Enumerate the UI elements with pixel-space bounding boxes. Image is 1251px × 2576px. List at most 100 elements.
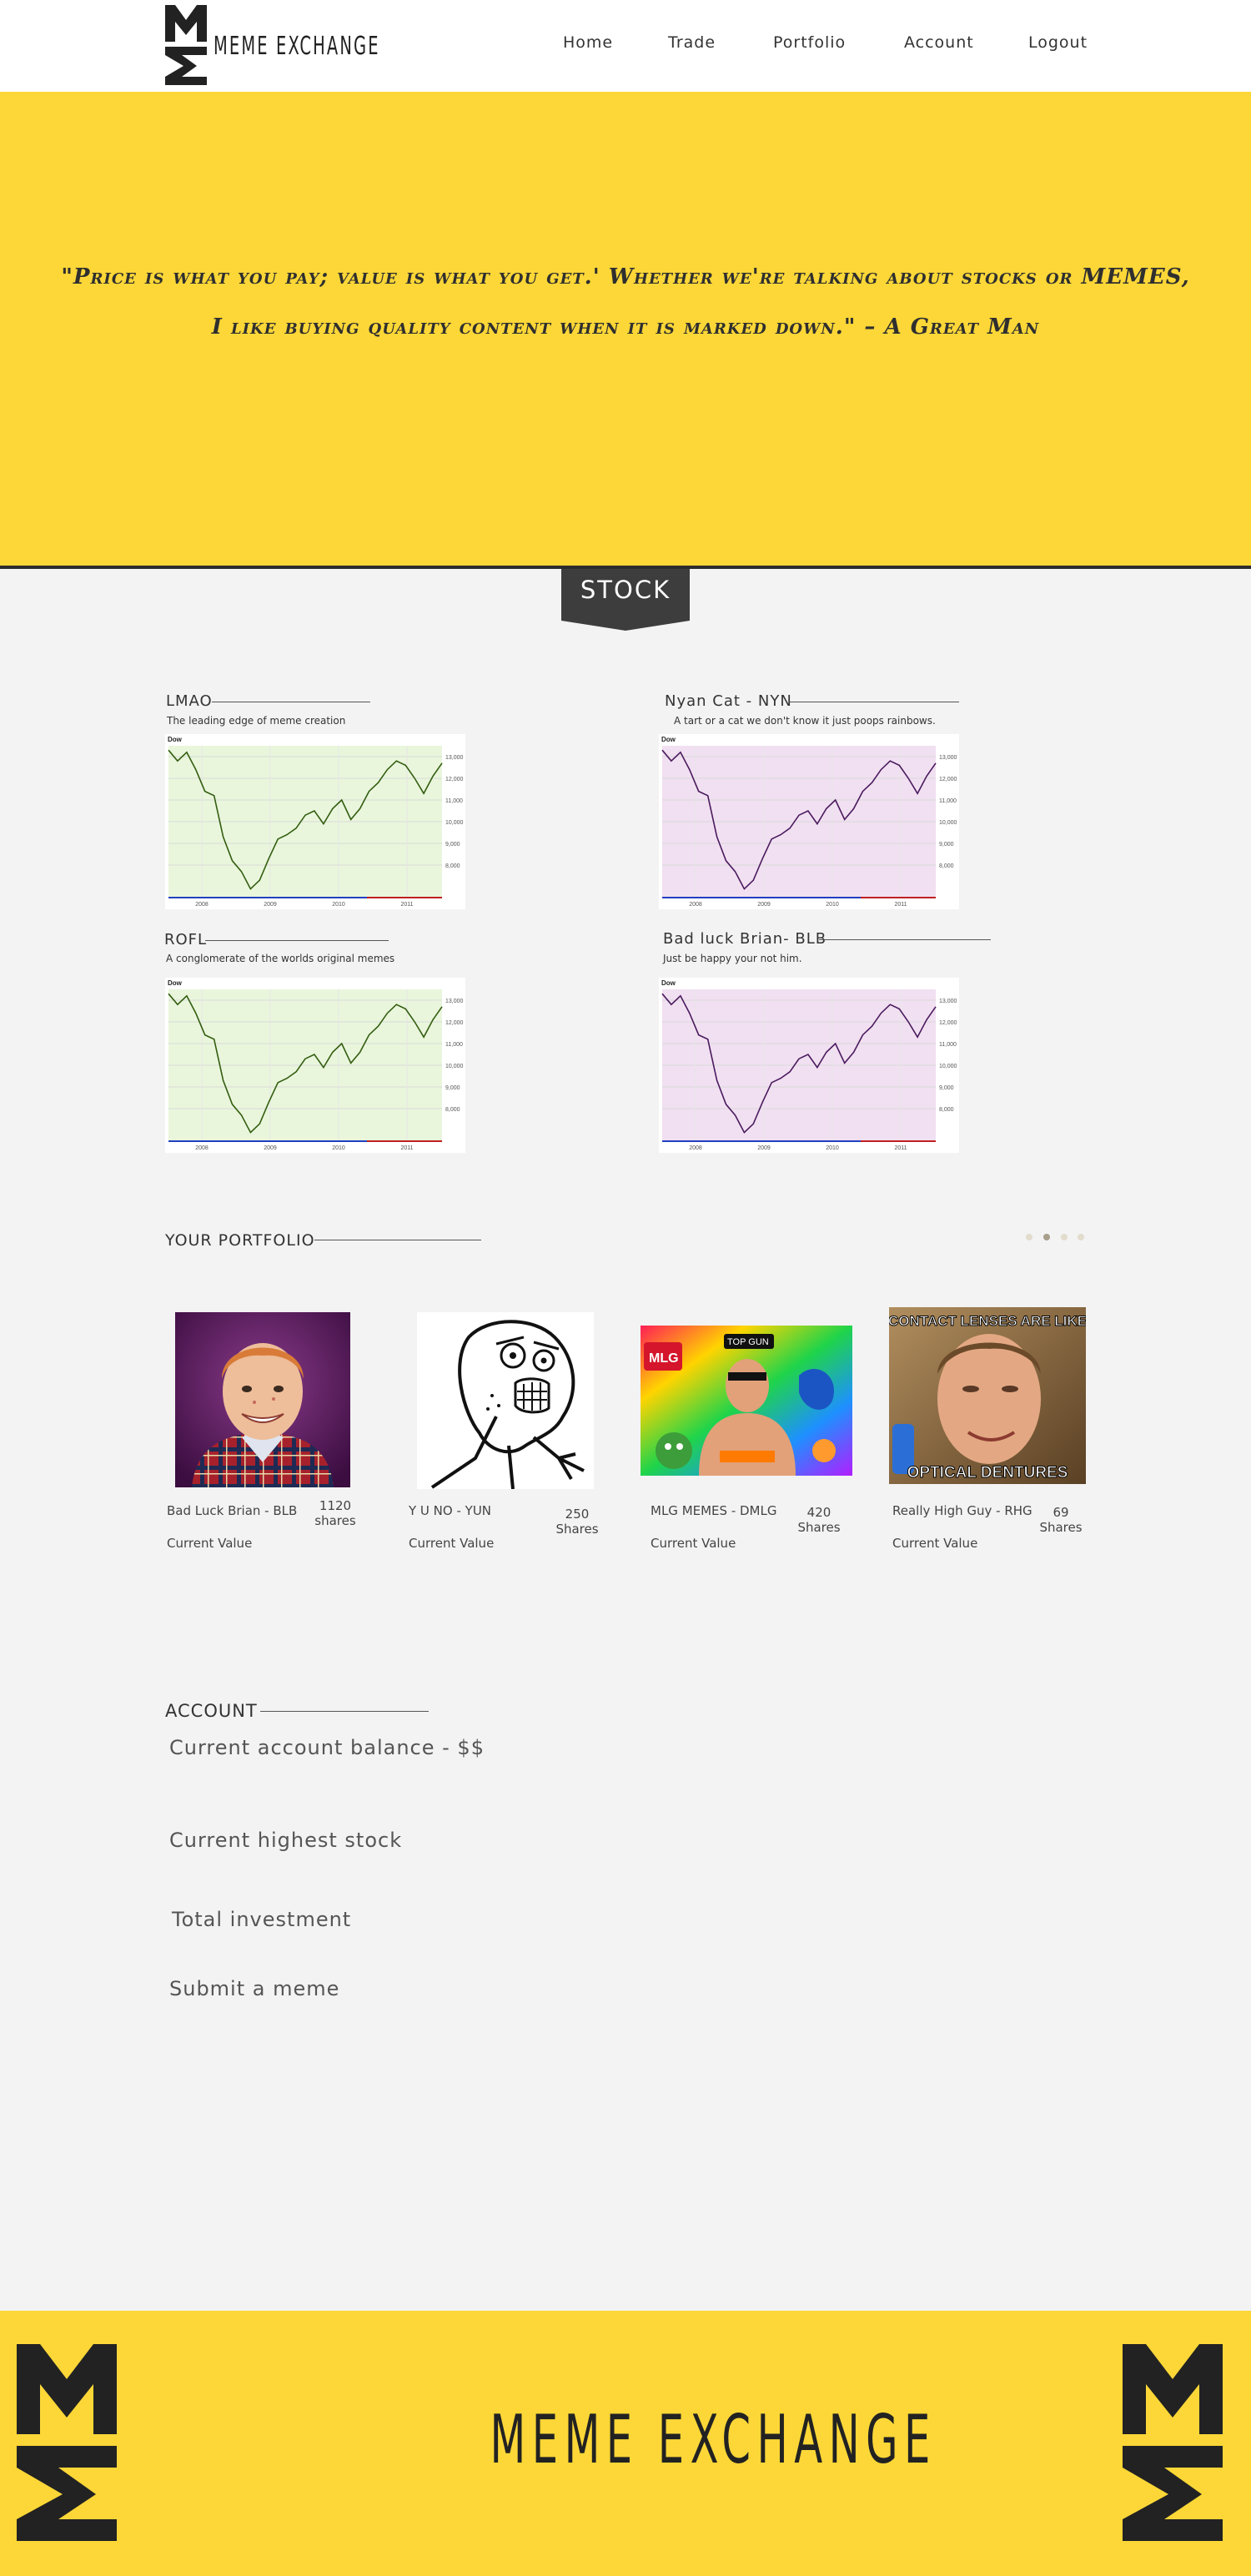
meme-caption-top: CONTACT LENSES ARE LIKE xyxy=(889,1313,1086,1329)
chart-y-tick-label: 12,000 xyxy=(939,1020,957,1026)
shares-count: 250 xyxy=(565,1507,590,1522)
chart-y-tick-label: 13,000 xyxy=(445,999,464,1004)
portfolio-item-name[interactable]: MLG MEMES - DMLG xyxy=(651,1503,776,1518)
carousel-dot-3[interactable] xyxy=(1061,1234,1068,1240)
mlg-collage-image[interactable]: MLG TOP GUN xyxy=(641,1326,852,1476)
chart-x-tick-label: 2010 xyxy=(826,902,839,908)
title-rule xyxy=(205,940,389,941)
portfolio-item-name[interactable]: Y U NO - YUN xyxy=(409,1503,491,1518)
chart-title: Dow xyxy=(661,736,676,743)
chart-y-tick-label: 9,000 xyxy=(445,1085,460,1091)
chart-x-tick-label: 2009 xyxy=(757,902,771,908)
account-highest-stock[interactable]: Current highest stock xyxy=(169,1829,402,1852)
nav-portfolio[interactable]: Portfolio xyxy=(773,33,846,52)
stock-chart-blb[interactable]: 8,000 9,000 10,000 11,000 12,000 13,000 2008 20… xyxy=(659,978,959,1153)
shares-count: 420 xyxy=(806,1505,831,1520)
stock-subtitle-nyan: A tart or a cat we don't know it just po… xyxy=(674,715,936,727)
hero-quote: "Price is what you pay; value is what yo… xyxy=(50,252,1201,352)
stock-chart-nyan[interactable]: 8,000 9,000 10,000 11,000 12,000 13,000 2008 20… xyxy=(659,734,959,909)
chart-y-tick-label: 12,000 xyxy=(939,777,957,782)
chart-y-tick-label: 10,000 xyxy=(445,1064,464,1069)
portfolio-item-name[interactable]: Really High Guy - RHG xyxy=(892,1503,1032,1518)
title-rule xyxy=(260,1711,429,1712)
chart-y-tick-label: 9,000 xyxy=(445,842,460,848)
portfolio-item-current-value: Current Value xyxy=(167,1536,253,1551)
chart-x-tick-label: 2008 xyxy=(195,1145,208,1151)
stock-chart-lmao[interactable]: 8,000 9,000 10,000 11,000 12,000 13,000 2008 20… xyxy=(165,734,465,909)
nav-account[interactable]: Account xyxy=(904,33,974,52)
chart-y-tick-label: 12,000 xyxy=(445,777,464,782)
nav-logout[interactable]: Logout xyxy=(1028,33,1088,52)
chart-y-tick-label: 9,000 xyxy=(939,842,954,848)
chart-x-tick-label: 2008 xyxy=(689,902,702,908)
stock-title-lmao[interactable]: LMAO xyxy=(166,692,213,710)
stock-section-tab[interactable]: STOCK xyxy=(561,576,690,604)
nav-home[interactable]: Home xyxy=(563,33,613,52)
chart-x-tick-label: 2010 xyxy=(332,1145,345,1151)
stock-chart-rofl[interactable]: 8,000 9,000 10,000 11,000 12,000 13,000 2008 20… xyxy=(165,978,465,1153)
stock-subtitle-blb: Just be happy your not him. xyxy=(663,953,802,964)
chart-y-tick-label: 10,000 xyxy=(445,820,464,826)
brand-name[interactable]: MEME EXCHANGE xyxy=(214,32,380,61)
meme-exchange-logo-icon xyxy=(17,2344,117,2541)
account-balance[interactable]: Current account balance - $$ xyxy=(169,1736,485,1759)
chart-y-tick-label: 8,000 xyxy=(445,863,460,869)
shares-count: 1120 xyxy=(319,1498,352,1513)
chart-y-tick-label: 13,000 xyxy=(939,999,957,1004)
chart-y-tick-label: 12,000 xyxy=(445,1020,464,1026)
nav-trade[interactable]: Trade xyxy=(668,33,716,52)
hero-quote-line-2: I like buying quality content when it is… xyxy=(211,314,1040,340)
footer-brand-name: MEME EXCHANGE xyxy=(490,2401,937,2478)
carousel-dot-4[interactable] xyxy=(1078,1234,1084,1240)
footer: MEME EXCHANGE xyxy=(0,2311,1251,2576)
stock-title-blb[interactable]: Bad luck Brian- BLB xyxy=(663,930,826,948)
carousel-dot-2-active[interactable] xyxy=(1043,1234,1050,1240)
stock-title-nyan[interactable]: Nyan Cat - NYN xyxy=(665,692,792,710)
chart-x-tick-label: 2011 xyxy=(400,902,413,908)
hero-quote-line-1: "Price is what you pay; value is what yo… xyxy=(61,264,1190,289)
portfolio-item-shares: 420 Shares xyxy=(792,1505,846,1535)
chart-x-tick-label: 2009 xyxy=(264,902,277,908)
submit-meme-link[interactable]: Submit a meme xyxy=(169,1977,339,2000)
chart-y-tick-label: 11,000 xyxy=(939,1042,957,1048)
really-high-guy-image[interactable]: CONTACT LENSES ARE LIKE OPTICAL DENTURES xyxy=(889,1307,1086,1484)
portfolio-item-name[interactable]: Bad Luck Brian - BLB xyxy=(167,1503,297,1518)
top-gun-hat-text: TOP GUN xyxy=(727,1337,769,1347)
stock-title-rofl[interactable]: ROFL xyxy=(164,931,207,948)
meme-caption-bottom: OPTICAL DENTURES xyxy=(907,1464,1068,1482)
chart-title: Dow xyxy=(168,979,183,987)
chart-y-tick-label: 8,000 xyxy=(939,1107,954,1113)
chart-y-tick-label: 11,000 xyxy=(445,798,463,804)
shares-label: shares xyxy=(314,1513,356,1528)
shares-label: Shares xyxy=(1039,1520,1083,1535)
carousel-dot-1[interactable] xyxy=(1026,1234,1032,1240)
chart-y-tick-label: 8,000 xyxy=(445,1107,460,1113)
chart-x-tick-label: 2009 xyxy=(264,1145,277,1151)
meme-exchange-logo-icon[interactable] xyxy=(165,5,207,85)
chart-y-tick-label: 10,000 xyxy=(939,1064,957,1069)
chart-x-tick-label: 2011 xyxy=(894,1145,907,1151)
chart-y-tick-label: 10,000 xyxy=(939,820,957,826)
meme-exchange-logo-icon xyxy=(1123,2344,1223,2541)
chart-y-tick-label: 11,000 xyxy=(939,798,957,804)
shares-label: Shares xyxy=(555,1522,599,1537)
portfolio-title: YOUR PORTFOLIO xyxy=(165,1231,315,1250)
account-total-investment[interactable]: Total investment xyxy=(172,1908,351,1931)
chart-x-tick-label: 2011 xyxy=(400,1145,413,1151)
bad-luck-brian-image[interactable] xyxy=(175,1312,350,1487)
y-u-no-image[interactable] xyxy=(417,1312,594,1489)
chart-x-tick-label: 2009 xyxy=(757,1145,771,1151)
stock-subtitle-lmao: The leading edge of meme creation xyxy=(167,715,346,727)
hero-banner: "Price is what you pay; value is what yo… xyxy=(0,92,1251,569)
chart-title: Dow xyxy=(168,736,183,743)
account-title: ACCOUNT xyxy=(165,1701,258,1721)
portfolio-item-current-value: Current Value xyxy=(892,1536,978,1551)
portfolio-item-shares: 69 Shares xyxy=(1034,1505,1088,1535)
chart-x-tick-label: 2011 xyxy=(894,902,907,908)
chart-x-tick-label: 2010 xyxy=(332,902,345,908)
portfolio-item-current-value: Current Value xyxy=(409,1536,495,1551)
stock-subtitle-rofl: A conglomerate of the worlds original me… xyxy=(166,953,395,964)
chart-y-tick-label: 13,000 xyxy=(445,755,464,761)
mlg-logo-text: MLG xyxy=(649,1351,679,1366)
chart-x-tick-label: 2008 xyxy=(195,902,208,908)
